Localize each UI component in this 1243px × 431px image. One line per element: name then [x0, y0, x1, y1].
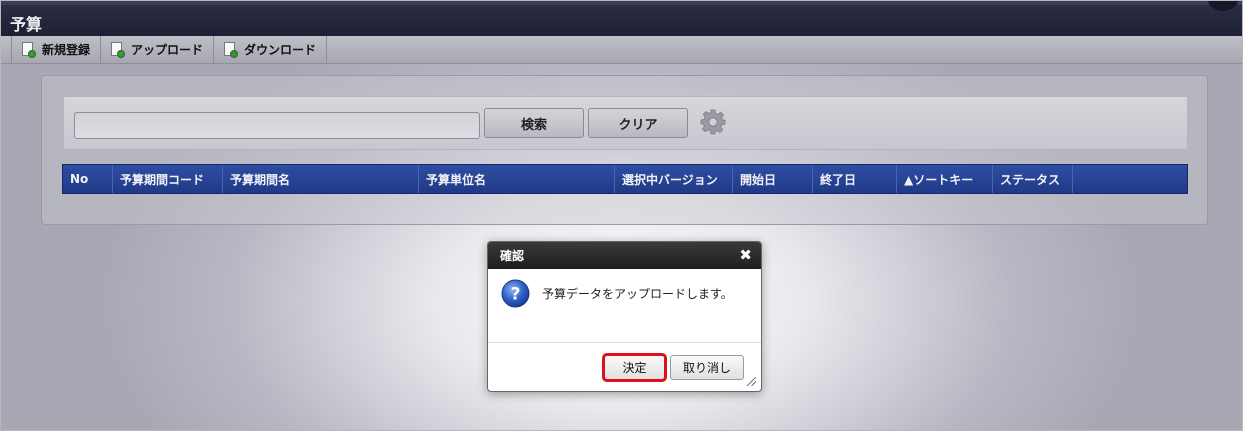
column-header-selected-version[interactable]: 選択中バージョン: [615, 165, 733, 193]
column-header-extra: [1073, 165, 1187, 193]
column-header-period-code[interactable]: 予算期間コード: [113, 165, 223, 193]
table-header: No 予算期間コード 予算期間名 予算単位名 選択中バージョン 開始日 終了日 …: [62, 164, 1188, 194]
clear-button[interactable]: クリア: [588, 108, 688, 138]
toolbar: 新規登録 アップロード ダウンロード: [1, 36, 1242, 64]
column-header-no[interactable]: No: [63, 165, 113, 193]
column-header-period-name[interactable]: 予算期間名: [223, 165, 419, 193]
search-panel: 検索 クリア No 予算期間コード 予算期間名 予算単位名 選択中バージョン 開…: [41, 75, 1208, 225]
cancel-button[interactable]: 取り消し: [670, 355, 744, 380]
download-button[interactable]: ダウンロード: [213, 36, 328, 63]
confirm-dialog: 確認 ✖ ? 予算データをアップロードします。 決定 取り消し: [487, 241, 762, 392]
svg-text:?: ?: [511, 285, 521, 305]
search-area: 検索 クリア: [63, 96, 1188, 150]
gear-icon[interactable]: [700, 109, 726, 135]
corner-decoration: [1208, 1, 1238, 11]
column-header-unit-name[interactable]: 予算単位名: [419, 165, 615, 193]
resize-handle[interactable]: [747, 377, 756, 386]
title-bar: 予算: [1, 1, 1242, 36]
dialog-body: ? 予算データをアップロードします。: [488, 269, 761, 343]
close-icon[interactable]: ✖: [739, 246, 752, 264]
search-button[interactable]: 検索: [484, 108, 584, 138]
dialog-title: 確認: [500, 249, 525, 263]
dialog-header[interactable]: 確認 ✖: [488, 242, 761, 269]
app-frame: 予算 新規登録 アップロード ダウンロード 検索 クリア No 予算期間コード …: [0, 0, 1243, 431]
column-header-start-date[interactable]: 開始日: [733, 165, 813, 193]
dialog-message: 予算データをアップロードします。: [542, 287, 733, 301]
search-input[interactable]: [74, 112, 480, 139]
new-register-label: 新規登録: [42, 43, 91, 57]
upload-document-icon: [111, 41, 126, 58]
column-header-end-date[interactable]: 終了日: [813, 165, 897, 193]
column-header-sort-key[interactable]: ▲ソートキー: [897, 165, 993, 193]
question-icon: ?: [501, 279, 530, 308]
page-title: 予算: [10, 15, 43, 34]
ok-button[interactable]: 決定: [602, 353, 667, 382]
download-label: ダウンロード: [244, 43, 317, 57]
download-document-icon: [224, 41, 239, 58]
new-register-button[interactable]: 新規登録: [11, 36, 100, 63]
new-document-icon: [22, 41, 36, 58]
upload-label: アップロード: [131, 43, 204, 57]
dialog-footer: 決定 取り消し: [488, 343, 761, 391]
column-header-status[interactable]: ステータス: [993, 165, 1073, 193]
upload-button[interactable]: アップロード: [100, 36, 213, 63]
